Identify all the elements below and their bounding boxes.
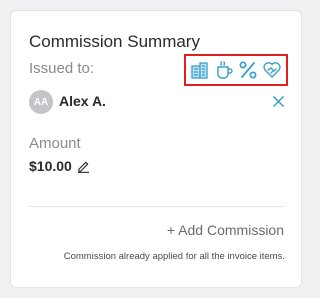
commission-applied-note: Commission already applied for all the i… (63, 251, 285, 262)
divider (29, 206, 285, 207)
card-title: Commission Summary (29, 32, 200, 51)
amount-row: $10.00 (29, 157, 91, 175)
recipient-name: Alex A. (59, 93, 106, 109)
edit-amount-button[interactable] (77, 159, 91, 173)
amount-label: Amount (29, 135, 81, 152)
commission-summary-card: Commission Summary Issued to: AA Alex A.… (10, 10, 302, 288)
coffee-cup-icon[interactable] (213, 59, 235, 81)
pencil-icon (78, 161, 90, 173)
close-icon (272, 95, 284, 107)
avatar: AA (29, 90, 53, 114)
building-icon[interactable] (189, 59, 211, 81)
commission-type-icon-group (184, 54, 288, 86)
issued-to-label: Issued to: (29, 60, 95, 77)
amount-value: $10.00 (29, 158, 72, 174)
remove-recipient-button[interactable] (269, 92, 287, 110)
percent-icon[interactable] (237, 59, 259, 81)
recipient-row: AA Alex A. (29, 90, 287, 116)
add-commission-link[interactable]: + Add Commission (167, 222, 284, 238)
heart-handshake-icon[interactable] (261, 59, 283, 81)
